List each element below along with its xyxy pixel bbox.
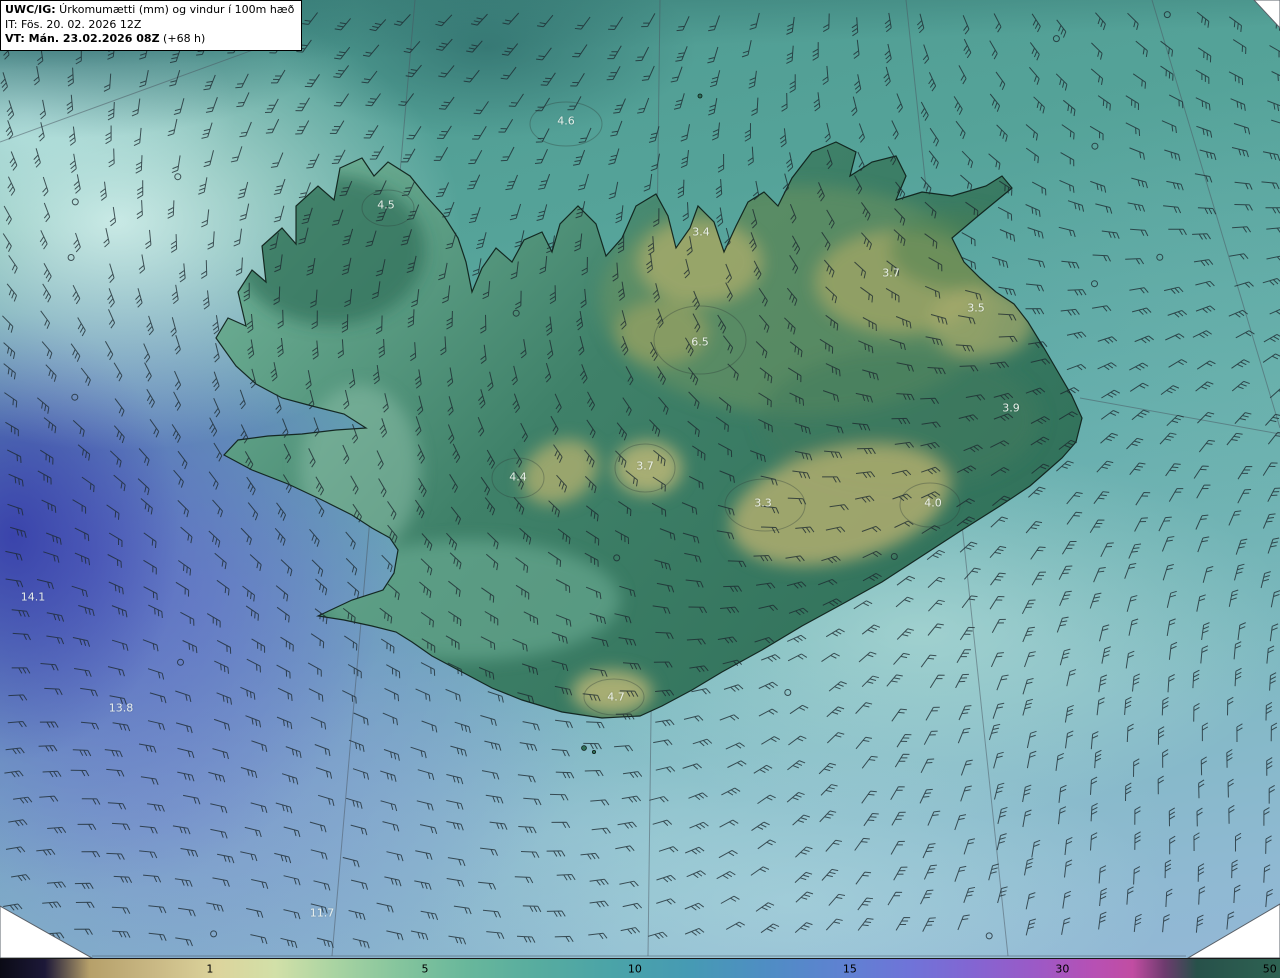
map-canvas: 4.64.53.43.73.56.53.94.43.73.34.014.113.… [0,0,1280,958]
weather-map-page: 4.64.53.43.73.56.53.94.43.73.34.014.113.… [0,0,1280,978]
model-label: UWC/IG: [5,3,56,16]
colorbar: 1510153050 [0,958,1280,978]
title-box: UWC/IG: Úrkomumætti (mm) og vindur í 100… [0,0,302,51]
map-title: Úrkomumætti (mm) og vindur í 100m hæð [56,3,295,16]
valid-time-line: VT: Mán. 23.02.2026 08Z (+68 h) [5,32,294,47]
map-overlay [0,0,1280,958]
colorbar-tick-label: 5 [421,962,428,975]
colorbar-labels: 1510153050 [0,959,1280,978]
title-line-model: UWC/IG: Úrkomumætti (mm) og vindur í 100… [5,3,294,18]
valid-time-label: VT: Mán. 23.02.2026 08Z [5,32,160,45]
colorbar-tick-label: 30 [1055,962,1069,975]
colorbar-tick-label: 15 [843,962,857,975]
lead-time-label: (+68 h) [160,32,206,45]
colorbar-tick-label: 10 [628,962,642,975]
colorbar-tick-label: 1 [206,962,213,975]
init-time-line: IT: Fös. 20. 02. 2026 12Z [5,18,294,33]
colorbar-tick-label: 50 [1263,962,1277,975]
